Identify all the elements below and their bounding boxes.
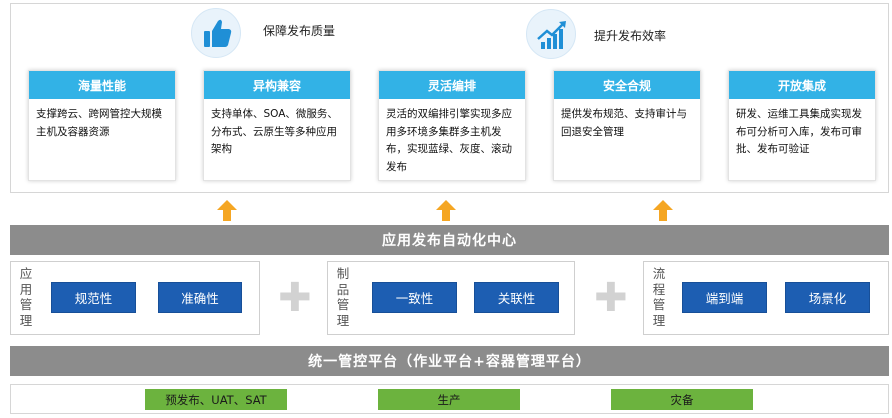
card-title: 灵活编排 [379, 71, 525, 99]
relevance-button[interactable]: 关联性 [474, 282, 559, 313]
card-text: 研发、运维工具集成实现发布可分析可入库，发布可审批、发布可验证 [736, 108, 862, 155]
automation-center-bar: 应用发布自动化中心 [10, 225, 889, 255]
plus-icon: ✚ [594, 275, 628, 321]
card-performance: 海量性能 支撑跨云、跨网管控大规模主机及容器资源 [28, 70, 176, 181]
card-orchestration: 灵活编排 灵活的双编排引擎实现多应用多环境多集群多主机发布，实现蓝绿、灰度、滚动… [378, 70, 526, 181]
env-disaster-recovery[interactable]: 灾备 [611, 389, 753, 410]
card-text: 提供发布规范、支持审计与回退安全管理 [561, 108, 687, 138]
card-title: 海量性能 [29, 71, 175, 99]
quality-badge [191, 8, 241, 58]
group-label: 制品管理 [336, 266, 350, 328]
group-label: 应用管理 [19, 266, 33, 328]
consistency-button[interactable]: 一致性 [372, 282, 457, 313]
card-text: 支撑跨云、跨网管控大规模主机及容器资源 [36, 108, 162, 138]
up-arrow-icon [436, 200, 456, 221]
thumbs-up-icon [204, 19, 232, 47]
group-label: 流程管理 [652, 266, 666, 328]
card-compliance: 安全合规 提供发布规范、支持审计与回退安全管理 [553, 70, 701, 181]
up-arrow-icon [217, 200, 237, 221]
card-title: 开放集成 [729, 71, 875, 99]
accuracy-button[interactable]: 准确性 [158, 282, 242, 313]
card-text: 支持单体、SOA、微服务、分布式、云原生等多种应用架构 [211, 108, 338, 155]
card-compatibility: 异构兼容 支持单体、SOA、微服务、分布式、云原生等多种应用架构 [203, 70, 351, 181]
card-title: 安全合规 [554, 71, 700, 99]
card-title: 异构兼容 [204, 71, 350, 99]
up-arrow-icon [653, 200, 673, 221]
scenario-button[interactable]: 场景化 [785, 282, 870, 313]
env-production[interactable]: 生产 [378, 389, 520, 410]
goal-quality: 保障发布质量 [263, 24, 336, 38]
plus-icon: ✚ [278, 275, 312, 321]
card-integration: 开放集成 研发、运维工具集成实现发布可分析可入库，发布可审批、发布可验证 [728, 70, 876, 181]
platform-bar: 统一管控平台（作业平台+容器管理平台） [10, 346, 889, 376]
normative-button[interactable]: 规范性 [51, 282, 136, 313]
end-to-end-button[interactable]: 端到端 [682, 282, 767, 313]
growth-chart-icon [537, 21, 566, 49]
card-text: 灵活的双编排引擎实现多应用多环境多集群多主机发布，实现蓝绿、灰度、滚动发布 [386, 108, 512, 173]
goal-efficiency: 提升发布效率 [594, 29, 667, 43]
env-pre-release[interactable]: 预发布、UAT、SAT [145, 389, 287, 410]
efficiency-badge [526, 9, 576, 59]
